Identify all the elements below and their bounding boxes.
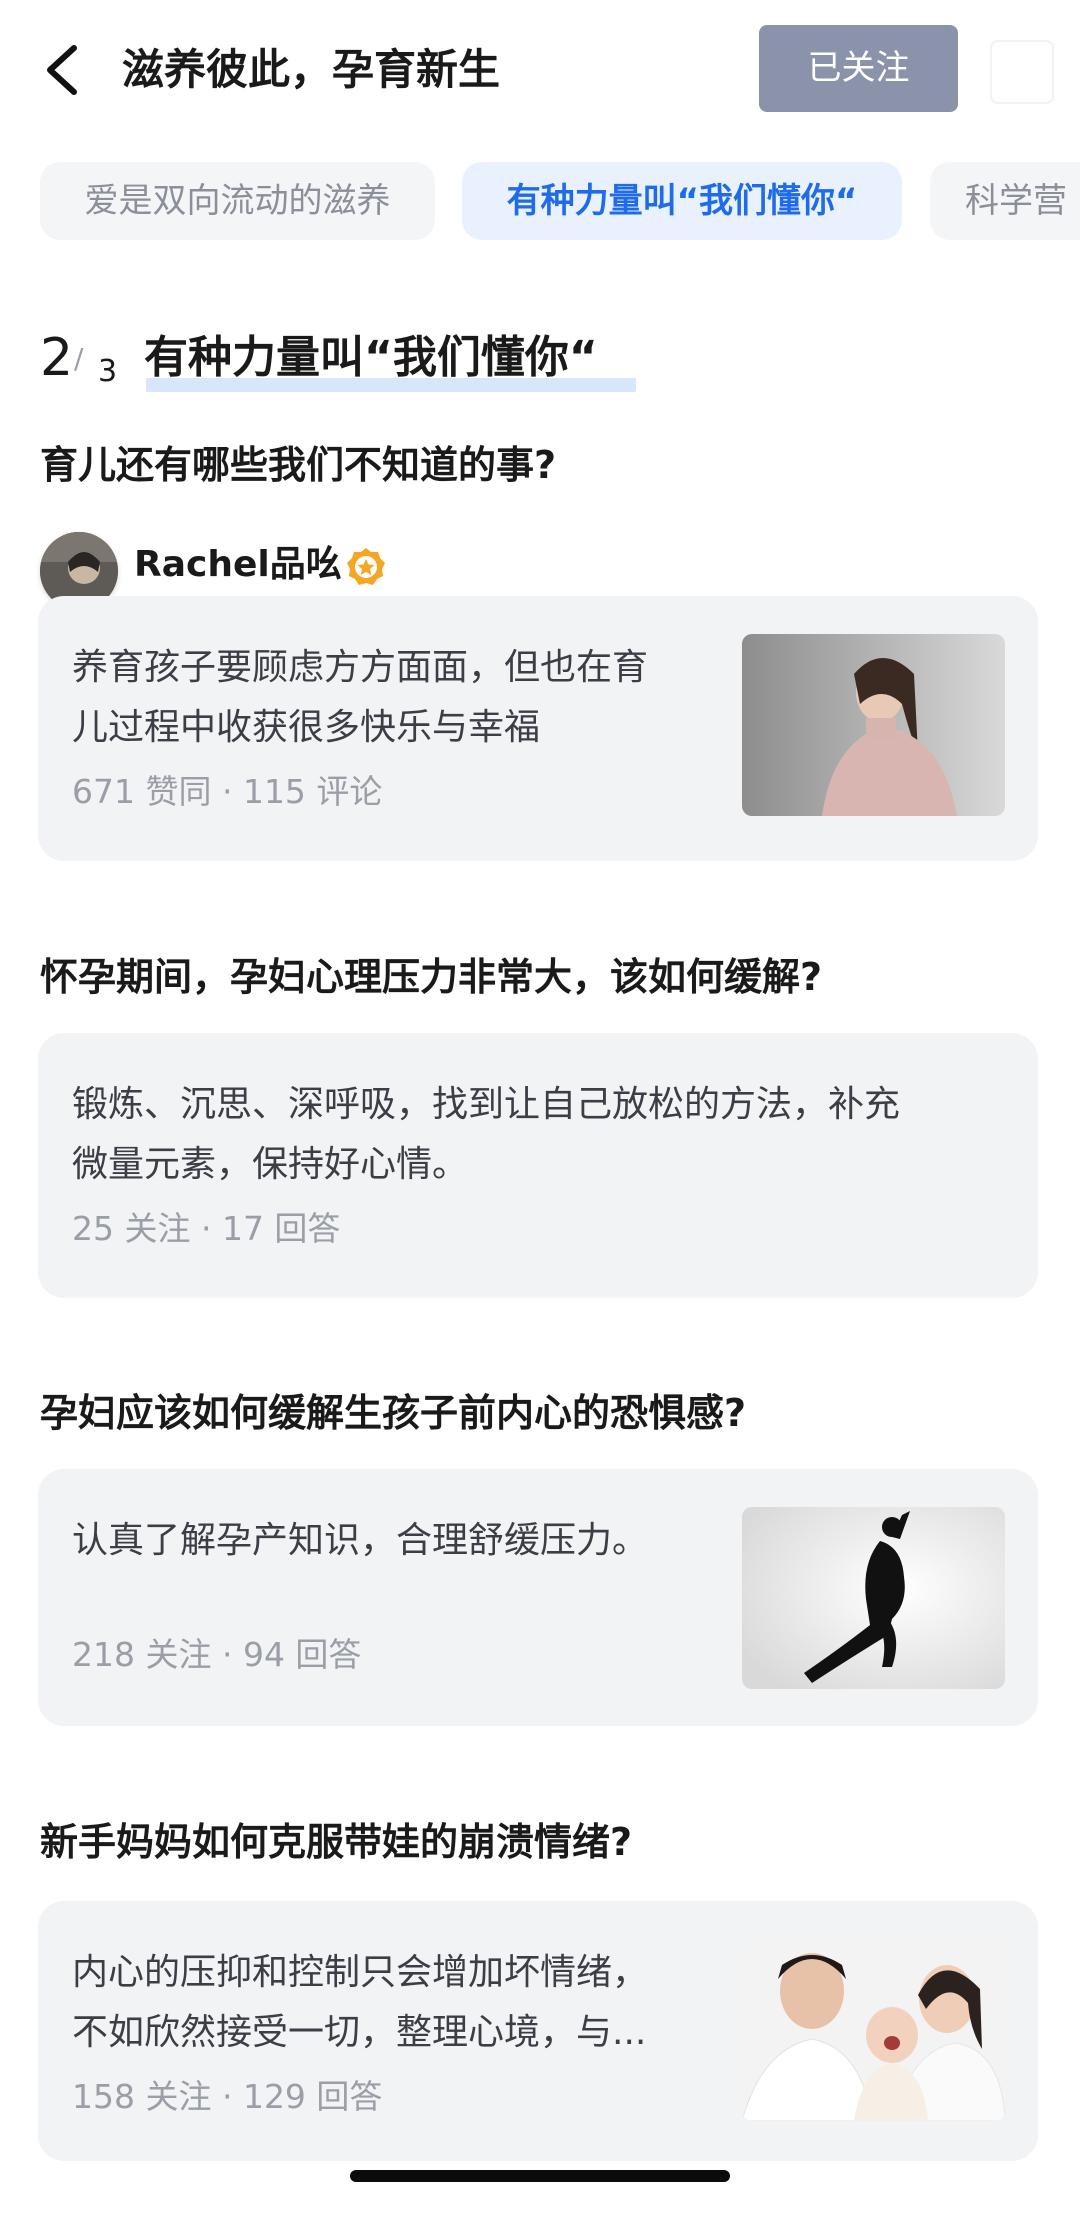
answer-excerpt-line: 儿过程中收获很多快乐与幸福 [72, 707, 541, 748]
answer-excerpt-line: 不如欣然接受一切，整理心境，与... [72, 2012, 647, 2053]
question-title[interactable]: 怀孕期间，孕妇心理压力非常大，该如何缓解? [40, 952, 822, 1002]
answer-card[interactable]: 认真了解孕产知识，合理舒缓压力。 218 关注 · 94 回答 [38, 1469, 1038, 1726]
header-bar: 滋养彼此，孕育新生 已关注 [0, 0, 1080, 140]
answer-meta: 671 赞同 · 115 评论 [72, 772, 383, 811]
answer-thumbnail[interactable] [742, 1507, 1005, 1689]
answer-excerpt-line: 锻炼、沉思、深呼吸，找到让自己放松的方法，补充 [72, 1084, 901, 1125]
follow-button[interactable]: 已关注 [759, 25, 958, 112]
section-index-separator: / [74, 342, 84, 375]
page: 滋养彼此，孕育新生 已关注 爱是双向流动的滋养 有种力量叫“我们懂你“ 科学营 … [0, 0, 1080, 2215]
question-meta: 218 关注 · 94 回答 [72, 1635, 362, 1674]
question-title[interactable]: 新手妈妈如何克服带娃的崩溃情绪? [40, 1817, 632, 1867]
tab-label: 爱是双向流动的滋养 [84, 181, 391, 221]
answer-card[interactable]: 内心的压抑和控制只会增加坏情绪， 不如欣然接受一切，整理心境，与... 158 … [38, 1901, 1038, 2161]
family-photo-image [742, 1939, 1005, 2121]
answer-excerpt-line: 养育孩子要顾虑方方面面，但也在育 [72, 647, 649, 688]
tab-topic-2[interactable]: 有种力量叫“我们懂你“ [462, 162, 902, 240]
answer-card[interactable]: 养育孩子要顾虑方方面面，但也在育 儿过程中收获很多快乐与幸福 671 赞同 · … [38, 596, 1038, 861]
question-title[interactable]: 孕妇应该如何缓解生孩子前内心的恐惧感? [40, 1388, 746, 1438]
tab-label: 科学营 [965, 181, 1067, 221]
section-index: 2 [40, 328, 74, 388]
section-total: 3 [98, 354, 118, 389]
back-button[interactable] [40, 40, 84, 100]
section-title-wrap: 有种力量叫“我们懂你“ [144, 330, 636, 392]
author-name[interactable]: Rachel品吆 [134, 540, 342, 590]
more-icon[interactable] [990, 40, 1054, 104]
verified-badge-icon [347, 548, 385, 585]
answer-excerpt: 锻炼、沉思、深呼吸，找到让自己放松的方法，补充 微量元素，保持好心情。 [72, 1075, 1012, 1195]
topic-tabs: 爱是双向流动的滋养 有种力量叫“我们懂你“ 科学营 [0, 162, 1080, 240]
answer-thumbnail[interactable] [742, 634, 1005, 816]
answer-card[interactable]: 锻炼、沉思、深呼吸，找到让自己放松的方法，补充 微量元素，保持好心情。 25 关… [38, 1033, 1038, 1298]
answer-excerpt: 内心的压抑和控制只会增加坏情绪， 不如欣然接受一切，整理心境，与... [72, 1943, 712, 2063]
chevron-left-icon [47, 45, 77, 95]
answer-excerpt: 养育孩子要顾虑方方面面，但也在育 儿过程中收获很多快乐与幸福 [72, 638, 712, 758]
page-title: 滋养彼此，孕育新生 [122, 45, 501, 94]
answer-excerpt-line: 微量元素，保持好心情。 [72, 1144, 469, 1185]
answer-thumbnail[interactable] [742, 1939, 1005, 2121]
tab-label: 有种力量叫“我们懂你“ [506, 181, 858, 221]
answer-excerpt: 认真了解孕产知识，合理舒缓压力。 [72, 1511, 712, 1571]
answer-excerpt-line: 内心的压抑和控制只会增加坏情绪， [72, 1952, 649, 1993]
section-title: 有种力量叫“我们懂你“ [144, 332, 598, 383]
woman-portrait-image [742, 634, 1005, 816]
home-indicator[interactable] [350, 2170, 730, 2182]
question-meta: 25 关注 · 17 回答 [72, 1209, 341, 1248]
question-meta: 158 关注 · 129 回答 [72, 2077, 383, 2116]
question-title[interactable]: 育儿还有哪些我们不知道的事? [40, 440, 556, 490]
answer-excerpt-line: 认真了解孕产知识，合理舒缓压力。 [72, 1520, 649, 1561]
yoga-silhouette-image [742, 1507, 1005, 1689]
tab-topic-1[interactable]: 爱是双向流动的滋养 [40, 162, 435, 240]
tab-topic-3[interactable]: 科学营 [930, 162, 1080, 240]
